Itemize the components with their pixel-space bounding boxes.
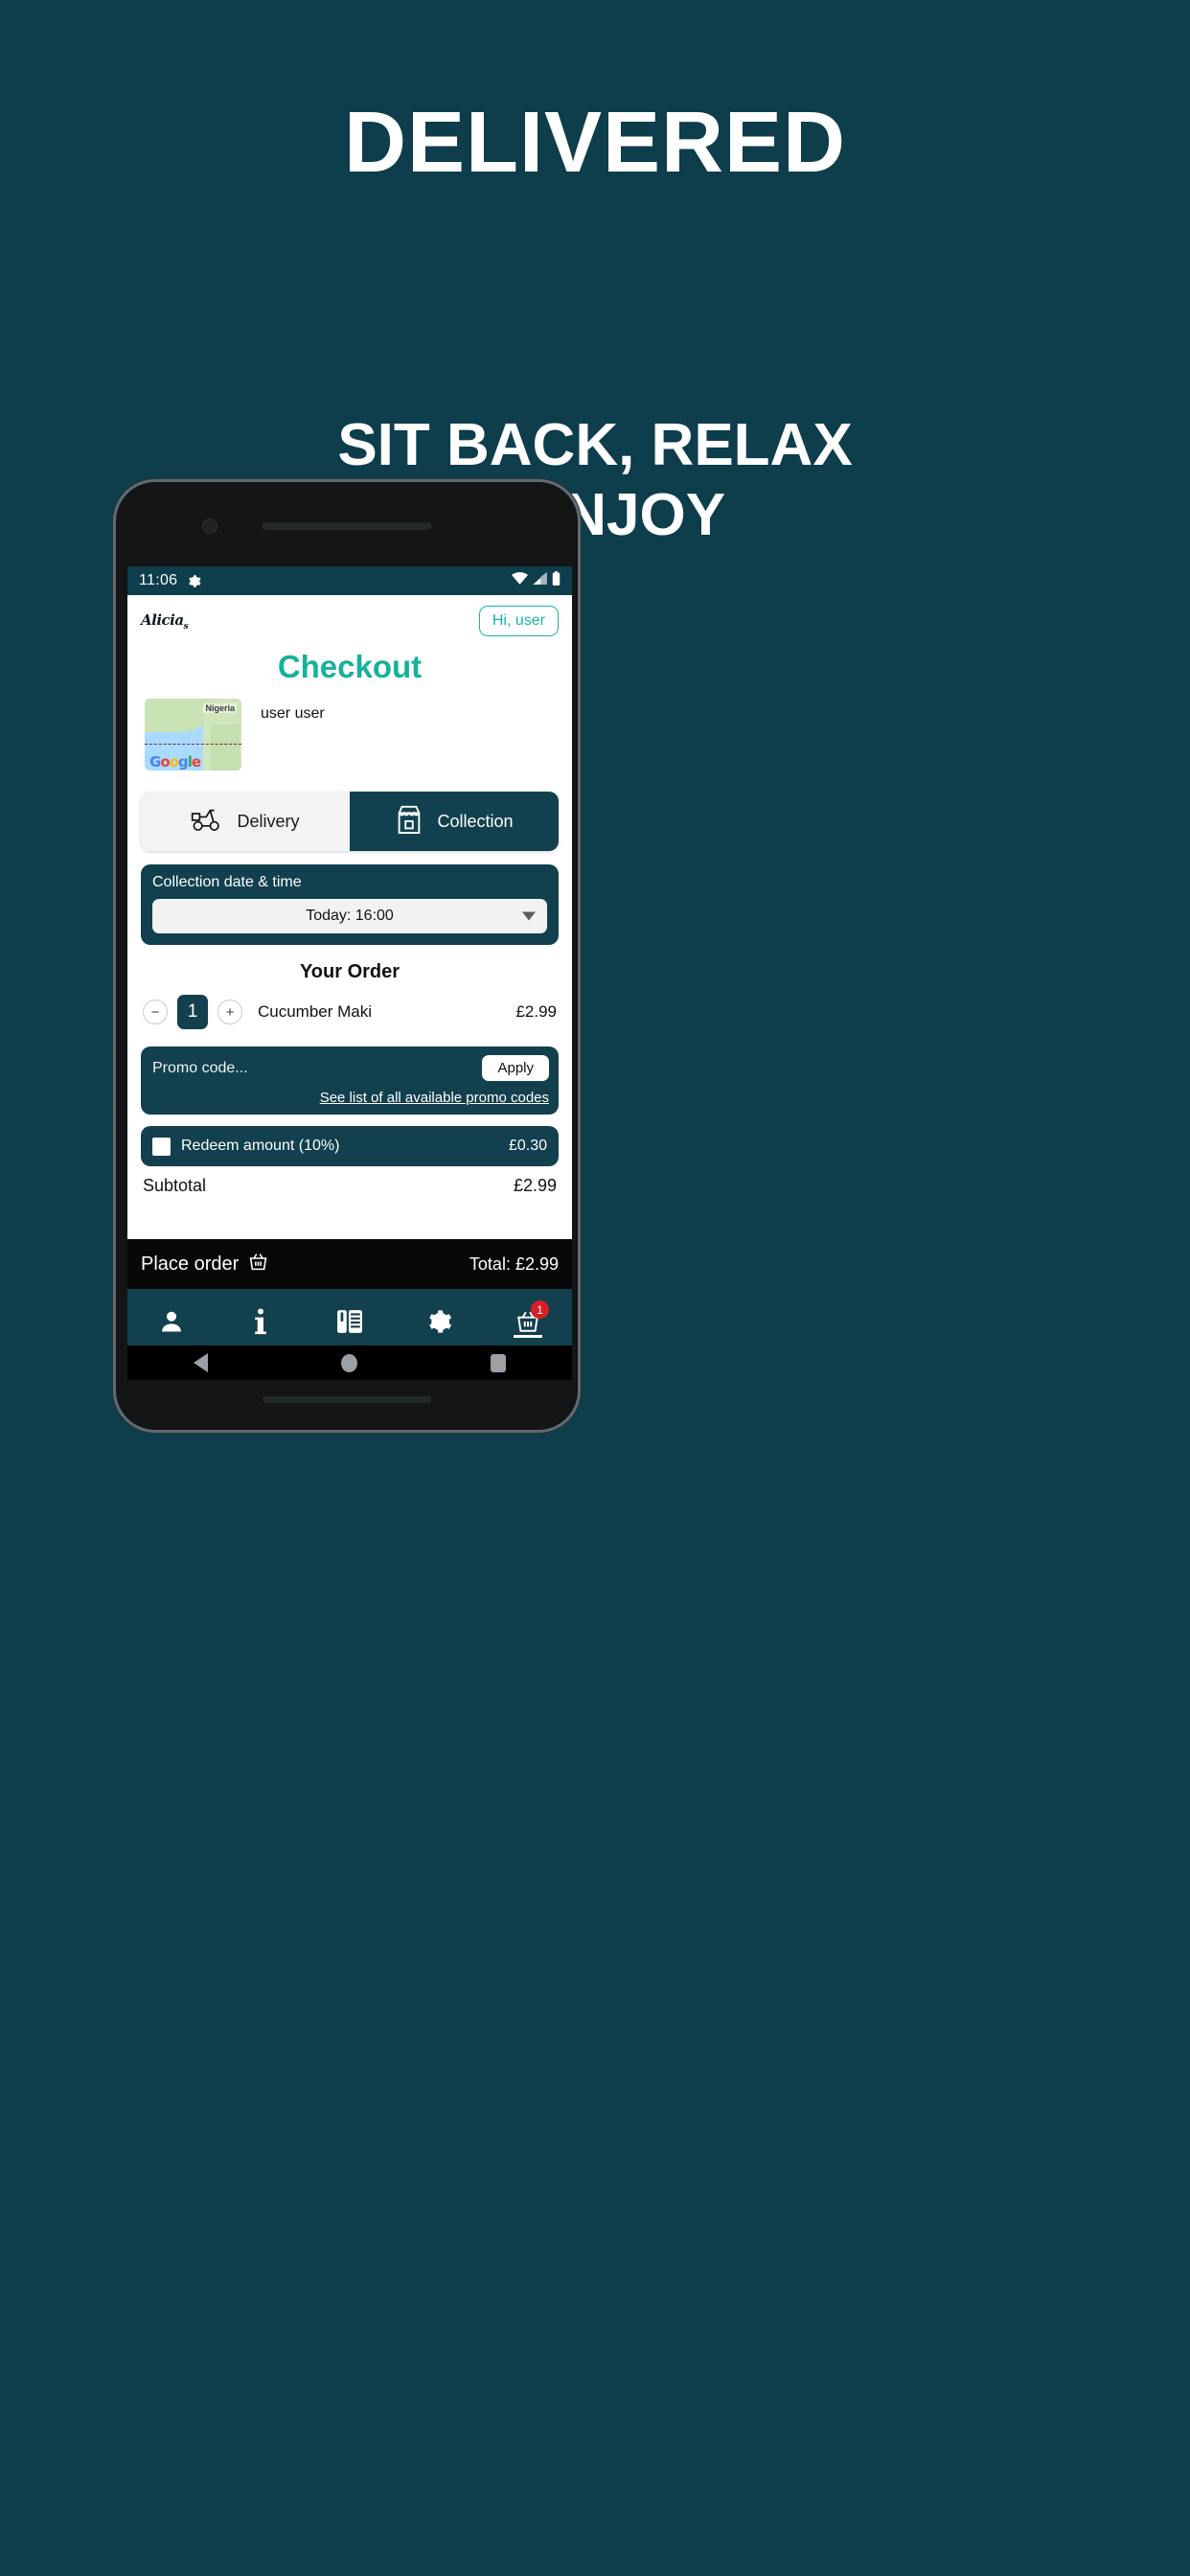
redeem-amount: £0.30 xyxy=(508,1138,547,1154)
map-thumbnail[interactable]: Nigeria Google xyxy=(145,699,241,770)
customer-name: user user xyxy=(261,705,325,722)
basket-badge: 1 xyxy=(530,1300,549,1319)
subtotal-row: Subtotal £2.99 xyxy=(127,1166,572,1196)
collection-slot-value: Today: 16:00 xyxy=(306,908,394,924)
front-camera-icon xyxy=(202,518,217,534)
redeem-amount-panel: Redeem amount (10%) £0.30 xyxy=(141,1126,559,1166)
page-title: Checkout xyxy=(277,649,423,684)
decrement-quantity-button[interactable]: − xyxy=(143,1000,168,1024)
place-order-bar[interactable]: Place order Total: £2.99 xyxy=(127,1239,572,1289)
place-order-label: Place order xyxy=(141,1253,240,1275)
tab-delivery[interactable]: Delivery xyxy=(141,792,350,851)
chevron-down-icon xyxy=(522,911,536,921)
order-item-name: Cucumber Maki xyxy=(258,1002,373,1021)
earpiece-speaker xyxy=(262,522,432,530)
redeem-label: Redeem amount (10%) xyxy=(181,1138,340,1154)
home-circle-icon[interactable] xyxy=(340,1353,357,1372)
phone-device-frame: 11:06 Alicias Hi, user Checkout Nigeria … xyxy=(113,479,581,1433)
promo-code-input[interactable]: Promo code... xyxy=(152,1060,248,1077)
collection-datetime-panel: Collection date & time Today: 16:00 xyxy=(141,864,559,945)
map-country-label: Nigeria xyxy=(203,703,237,713)
item-quantity-value: 1 xyxy=(177,995,208,1029)
redeem-checkbox[interactable] xyxy=(152,1137,171,1156)
signal-icon xyxy=(533,572,547,589)
store-bag-icon xyxy=(395,804,423,840)
nav-settings[interactable] xyxy=(394,1289,483,1354)
order-item-price: £2.99 xyxy=(515,1002,557,1021)
gear-icon xyxy=(187,574,201,588)
promo-code-list-link[interactable]: See list of all available promo codes xyxy=(152,1090,549,1106)
place-order-button[interactable]: Place order xyxy=(141,1252,268,1277)
nav-menu[interactable] xyxy=(306,1289,395,1354)
battery-icon xyxy=(552,571,561,590)
increment-quantity-button[interactable]: + xyxy=(217,1000,242,1024)
phone-chin-bar xyxy=(263,1396,431,1403)
promo-subheadline-line1: SIT BACK, RELAX xyxy=(337,412,853,478)
status-bar: 11:06 xyxy=(127,566,572,595)
brand-logo-text: Alicia xyxy=(141,610,184,629)
apply-promo-button[interactable]: Apply xyxy=(482,1055,549,1081)
order-section-title: Your Order xyxy=(299,961,400,982)
status-bar-icons xyxy=(512,571,561,590)
nav-info[interactable] xyxy=(217,1289,306,1354)
subtotal-value: £2.99 xyxy=(513,1176,557,1195)
recents-square-icon[interactable] xyxy=(490,1353,506,1372)
promo-screenshot: DELIVERED SIT BACK, RELAX & ENJOY 11:06 xyxy=(0,0,1190,2576)
map-border-line xyxy=(145,743,241,745)
collection-datetime-label: Collection date & time xyxy=(152,874,302,890)
android-system-nav xyxy=(127,1346,572,1380)
promo-code-panel: Promo code... Apply See list of all avai… xyxy=(141,1046,559,1115)
basket-icon xyxy=(248,1252,268,1277)
promo-headline: DELIVERED xyxy=(343,95,847,191)
brand-logo[interactable]: Alicias xyxy=(141,610,189,632)
wifi-icon xyxy=(512,572,528,589)
app-header: Alicias Hi, user xyxy=(127,595,572,647)
tab-collection[interactable]: Collection xyxy=(350,792,559,851)
tab-collection-label: Collection xyxy=(437,811,514,831)
order-total: Total: £2.99 xyxy=(469,1254,559,1274)
tab-delivery-label: Delivery xyxy=(237,811,300,831)
nav-basket[interactable]: 1 xyxy=(483,1289,572,1354)
collection-slot-select[interactable]: Today: 16:00 xyxy=(152,899,547,933)
scooter-icon xyxy=(191,807,223,837)
nav-account[interactable] xyxy=(127,1289,217,1354)
nav-active-indicator xyxy=(513,1335,542,1338)
google-logo: Google xyxy=(149,753,201,770)
bottom-navigation: 1 xyxy=(127,1289,572,1354)
account-button[interactable]: Hi, user xyxy=(478,606,559,636)
delivery-address-row[interactable]: Nigeria Google user user xyxy=(127,699,572,770)
back-triangle-icon[interactable] xyxy=(194,1353,209,1372)
fulfilment-mode-tabs: Delivery Collection xyxy=(141,792,559,851)
phone-screen: 11:06 Alicias Hi, user Checkout Nigeria … xyxy=(127,566,572,1354)
power-button[interactable] xyxy=(578,883,581,990)
subtotal-label: Subtotal xyxy=(143,1176,207,1195)
map-landmass-south xyxy=(210,724,240,770)
volume-button[interactable] xyxy=(578,787,581,852)
status-bar-time: 11:06 xyxy=(139,572,178,588)
brand-logo-subtext: s xyxy=(183,621,189,632)
order-item-row: − 1 + Cucumber Maki £2.99 xyxy=(127,991,572,1035)
